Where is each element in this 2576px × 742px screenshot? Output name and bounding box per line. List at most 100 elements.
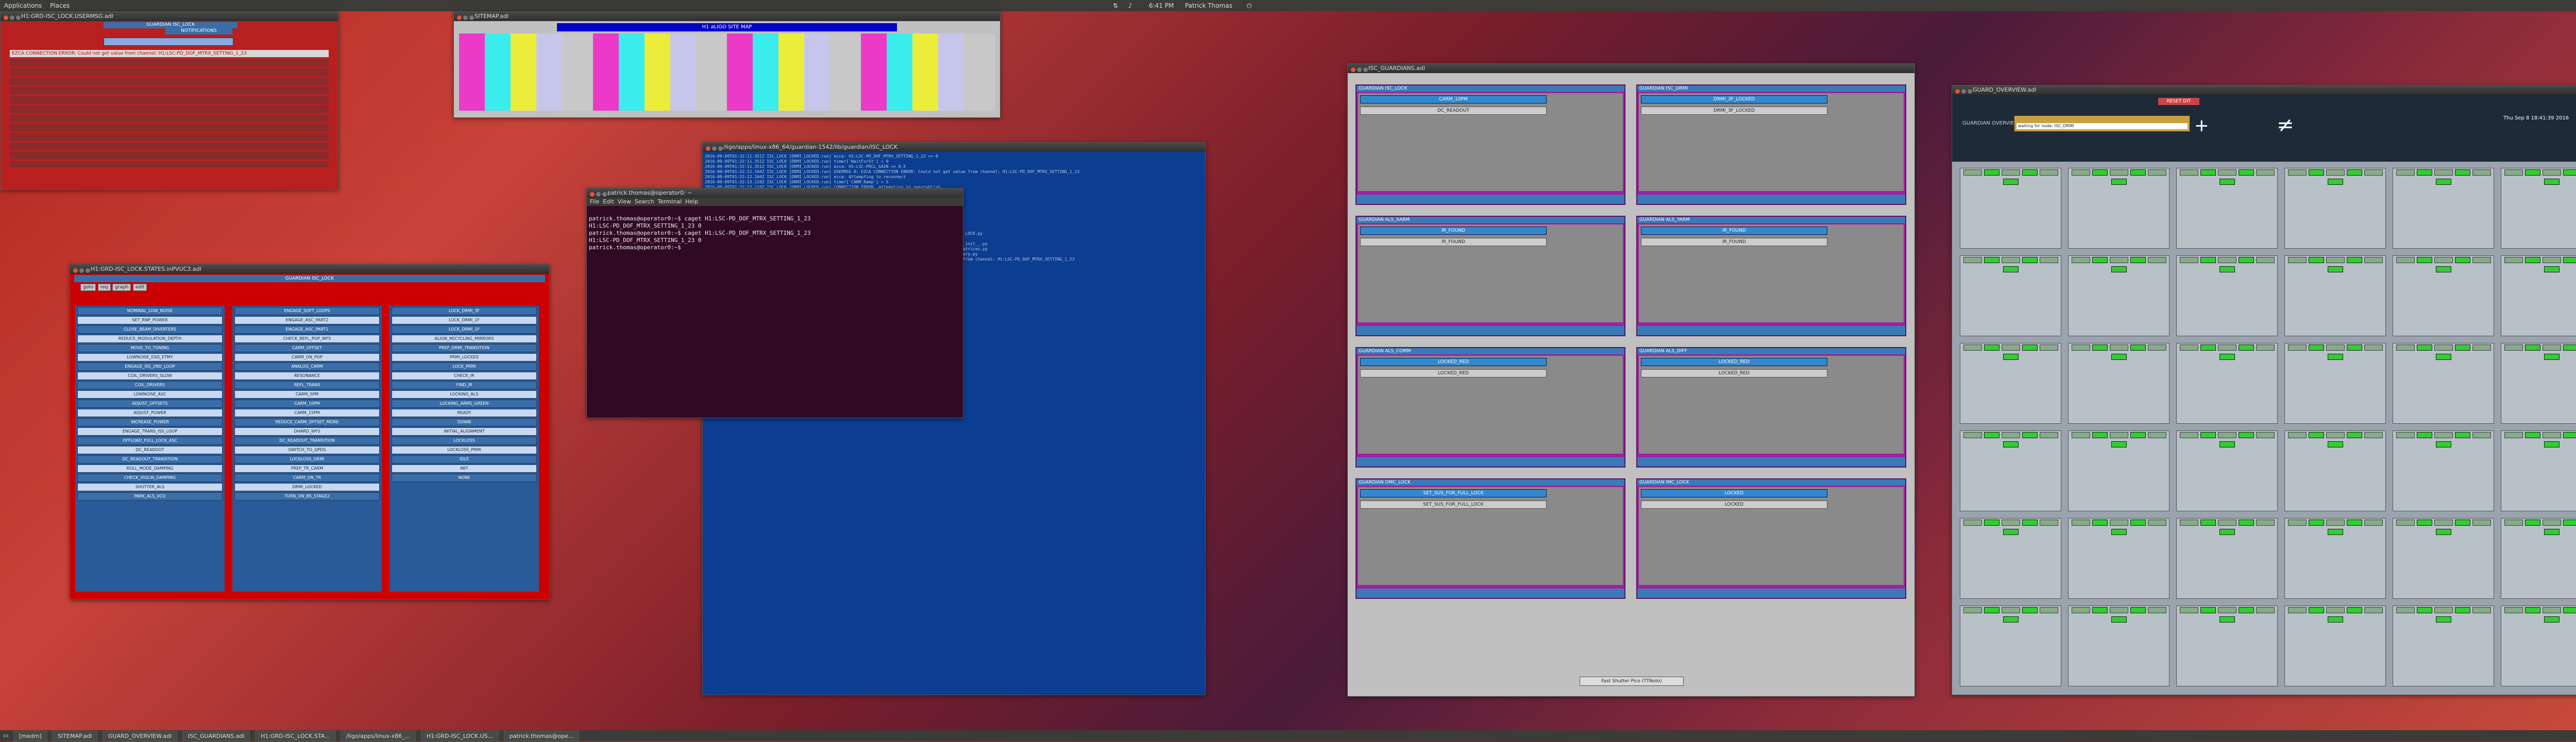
user-menu[interactable]: Patrick Thomas (1185, 0, 1232, 11)
state-button[interactable]: NONE (392, 474, 537, 482)
menu-terminal[interactable]: Terminal (658, 198, 682, 205)
overview-node-group[interactable] (1960, 606, 2061, 686)
state-button[interactable]: PREP_TR_CARM (234, 464, 380, 473)
state-button[interactable]: INITIAL_ALIGNMENT (392, 427, 537, 436)
overview-node-group[interactable] (1960, 518, 2061, 599)
menu-search[interactable]: Search (635, 198, 654, 205)
window-titlebar[interactable]: patrick.thomas@operator0: ~ (587, 188, 963, 198)
close-icon[interactable] (1351, 67, 1355, 72)
overview-node-group[interactable] (2176, 518, 2278, 599)
state-button[interactable]: ENGAGE_ISS_2ND_LOOP (77, 363, 223, 371)
state-button[interactable]: OFFLOAD_FULL_LOCK_ASC (77, 437, 223, 445)
overview-node-group[interactable] (2284, 168, 2386, 249)
overview-node-group[interactable] (2176, 168, 2278, 249)
overview-node-group[interactable] (2393, 255, 2494, 336)
state-button[interactable]: IDLE (392, 455, 537, 463)
maximize-icon[interactable] (1363, 67, 1368, 72)
minimize-icon[interactable] (463, 15, 468, 20)
state-button[interactable]: ENGAGE_ASC_PART2 (234, 316, 380, 324)
overview-node-group[interactable] (2176, 255, 2278, 336)
show-desktop-icon[interactable]: ▭ (3, 732, 8, 739)
tab-goto[interactable]: goto (80, 284, 96, 291)
overview-node-group[interactable] (2501, 168, 2576, 249)
task-grd-isc-lock-states[interactable]: H1:GRD-ISC_LOCK.STA... (255, 731, 335, 742)
state-button[interactable]: CHECK_VIOLIN_DAMPING (77, 474, 223, 482)
overview-node-group[interactable] (1960, 168, 2061, 249)
overview-node-group[interactable] (1960, 430, 2061, 511)
state-button[interactable]: DRMI_LOCKED (234, 483, 380, 491)
overview-node-group[interactable] (2176, 343, 2278, 424)
state-button[interactable]: LOCK_DRMI_3F (392, 307, 537, 315)
state-button[interactable]: REDUCE_CARM_OFFSET_MORE (234, 418, 380, 426)
state-button[interactable]: MOVE_TO_TONING (77, 344, 223, 352)
menu-file[interactable]: File (590, 198, 599, 205)
minimize-icon[interactable] (596, 192, 601, 197)
task-grd-isc-lock-usermsg[interactable]: H1:GRD-ISC_LOCK.US... (421, 731, 499, 742)
minimize-icon[interactable] (1961, 89, 1966, 94)
overview-node-group[interactable] (1960, 343, 2061, 424)
power-icon[interactable]: ⏻ (1247, 0, 1252, 11)
state-button[interactable]: READY (392, 409, 537, 417)
overview-node-group[interactable] (2501, 343, 2576, 424)
task-ligo-apps[interactable]: /ligo/apps/linux-x86_... (341, 731, 416, 742)
state-button[interactable]: LOCK_PRMI (392, 363, 537, 371)
overview-node-group[interactable] (2068, 606, 2170, 686)
state-button[interactable]: INCREASE_POWER (77, 418, 223, 426)
state-button[interactable]: ROLL_MODE_DAMPING (77, 464, 223, 473)
state-button[interactable]: CARM_ON_TR (234, 474, 380, 482)
state-button[interactable]: CHECK_REFL_POP_WFS (234, 335, 380, 343)
state-button[interactable]: DC_READOUT_TRANSITION (234, 437, 380, 445)
state-button[interactable]: LOCKING_ALS (392, 390, 537, 399)
state-button[interactable]: FIND_IR (392, 381, 537, 389)
guardian-request[interactable]: IR_FOUND (1360, 238, 1547, 246)
state-button[interactable]: REFL_TRANS (234, 381, 380, 389)
overview-node-group[interactable] (2284, 255, 2386, 336)
overview-node-group[interactable] (2393, 343, 2494, 424)
tab-graph[interactable]: graph (112, 284, 131, 291)
clock[interactable]: 6:41 PM (1149, 0, 1174, 11)
guardian-request[interactable]: SET_SUS_FOR_FULL_LOCK (1360, 501, 1547, 509)
state-button[interactable]: LOCKLOSS_PRMI (392, 446, 537, 454)
overview-node-group[interactable] (2068, 430, 2170, 511)
window-titlebar[interactable]: SITEMAP.adl (454, 12, 1000, 21)
minimize-icon[interactable] (712, 146, 717, 151)
tab-edit[interactable]: edit (133, 284, 147, 291)
maximize-icon[interactable] (718, 146, 723, 151)
overview-node-group[interactable] (2393, 606, 2494, 686)
minimize-icon[interactable] (1357, 67, 1362, 72)
state-button[interactable]: DOWN (392, 418, 537, 426)
fast-shutter-button[interactable]: Fast Shutter Pico (TTNoto) (1580, 677, 1684, 686)
overview-node-group[interactable] (2393, 168, 2494, 249)
state-button[interactable]: LOCK_DRMI_1F (392, 325, 537, 334)
maximize-icon[interactable] (469, 15, 474, 20)
guardian-request[interactable]: LOCKED_RED (1641, 369, 1827, 377)
close-icon[interactable] (73, 268, 78, 273)
menu-help[interactable]: Help (685, 198, 698, 205)
state-button[interactable]: LOWNOISE_ASC (77, 390, 223, 399)
close-icon[interactable] (590, 192, 595, 197)
overview-node-group[interactable] (2068, 168, 2170, 249)
guardian-request[interactable]: LOCKED (1641, 501, 1827, 509)
overview-node-group[interactable] (2501, 606, 2576, 686)
close-icon[interactable] (457, 15, 462, 20)
state-button[interactable]: ADJUST_POWER (77, 409, 223, 417)
state-button[interactable]: CARM_10PM (234, 400, 380, 408)
state-button[interactable]: CARM_OFFSET (234, 344, 380, 352)
overview-node-group[interactable] (2393, 430, 2494, 511)
state-button[interactable]: PREP_DRMI_TRANSITION (392, 344, 537, 352)
task-medm[interactable]: [medm] (13, 731, 47, 742)
close-icon[interactable] (1955, 89, 1960, 94)
window-titlebar[interactable]: /ligo/apps/linux-x86_64/guardian-1542/li… (703, 143, 1205, 152)
overview-node-group[interactable] (1960, 255, 2061, 336)
state-button[interactable]: PARK_ALS_VCO (77, 492, 223, 501)
task-terminal[interactable]: patrick.thomas@ope... (504, 731, 580, 742)
volume-icon[interactable]: ♪ (1128, 0, 1132, 11)
maximize-icon[interactable] (86, 268, 90, 273)
network-icon[interactable]: ⇅ (1113, 0, 1118, 11)
window-titlebar[interactable]: H1:GRD-ISC_LOCK.STATES.inPVUC3.adl (70, 265, 549, 274)
state-button[interactable]: DHARD_WFS (234, 427, 380, 436)
guardian-request[interactable]: DC_READOUT (1360, 107, 1547, 115)
state-button[interactable]: SWITCH_TO_QPDS (234, 446, 380, 454)
state-button[interactable]: LOCKLOSS_DRMI (234, 455, 380, 463)
overview-node-group[interactable] (2068, 255, 2170, 336)
